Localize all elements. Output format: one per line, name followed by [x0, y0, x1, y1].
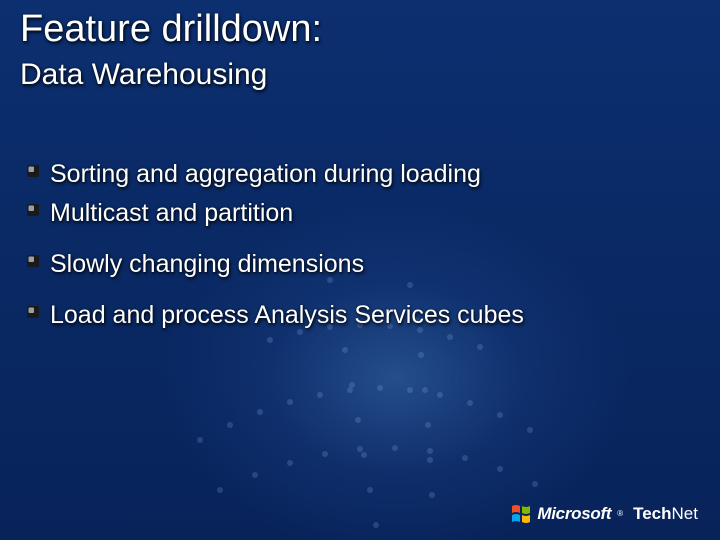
bullet-icon	[26, 164, 40, 178]
bullet-item: Slowly changing dimensions	[26, 248, 690, 281]
slide-title: Feature drilldown:	[20, 8, 322, 52]
bullet-icon	[26, 305, 40, 319]
bullet-list: Sorting and aggregation during loading Mu…	[26, 158, 690, 338]
technet-strong: Tech	[633, 504, 671, 523]
bullet-icon	[26, 203, 40, 217]
microsoft-flag-icon	[511, 504, 531, 524]
bullet-item: Multicast and partition	[26, 197, 690, 230]
bullet-icon	[26, 254, 40, 268]
slide-subtitle: Data Warehousing	[20, 58, 267, 93]
bullet-text: Multicast and partition	[50, 197, 293, 230]
bullet-item: Sorting and aggregation during loading	[26, 158, 690, 191]
technet-rest: Net	[672, 504, 698, 523]
technet-wordmark: TechNet	[633, 504, 698, 524]
microsoft-wordmark: Microsoft	[537, 504, 611, 524]
footer-logo: Microsoft ® TechNet	[511, 504, 698, 524]
bullet-text: Sorting and aggregation during loading	[50, 158, 481, 191]
registered-mark: ®	[617, 509, 623, 518]
bullet-text: Load and process Analysis Services cubes	[50, 299, 524, 332]
slide: Feature drilldown: Data Warehousing Sort…	[0, 0, 720, 540]
bullet-item: Load and process Analysis Services cubes	[26, 299, 690, 332]
bullet-text: Slowly changing dimensions	[50, 248, 364, 281]
